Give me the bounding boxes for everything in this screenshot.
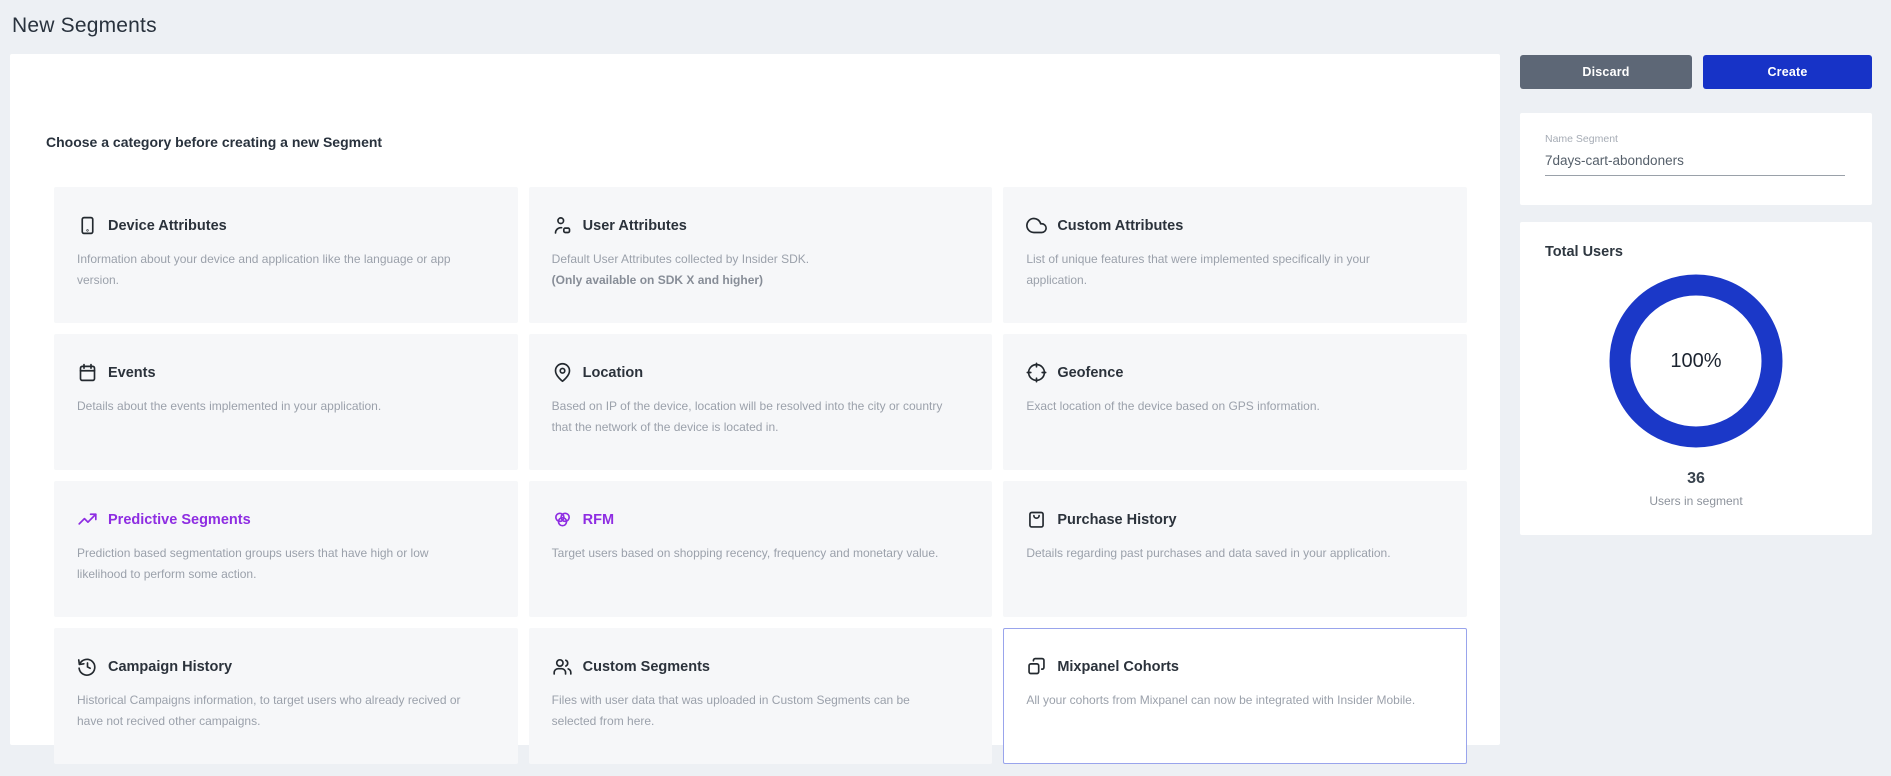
page-title: New Segments bbox=[12, 14, 157, 38]
category-card-campaign-history[interactable]: Campaign History Historical Campaigns in… bbox=[54, 628, 518, 764]
category-description: Prediction based segmentation groups use… bbox=[77, 543, 479, 585]
users-icon bbox=[552, 656, 573, 677]
cloud-icon bbox=[1026, 215, 1047, 236]
category-title: Purchase History bbox=[1057, 512, 1176, 528]
name-segment-input[interactable] bbox=[1545, 153, 1845, 176]
category-title: Geofence bbox=[1057, 365, 1123, 381]
category-grid: Device Attributes Information about your… bbox=[54, 187, 1467, 764]
category-description: Exact location of the device based on GP… bbox=[1026, 396, 1428, 417]
category-description: Information about your device and applic… bbox=[77, 249, 479, 291]
category-description: Based on IP of the device, location will… bbox=[552, 396, 954, 438]
category-description: Details regarding past purchases and dat… bbox=[1026, 543, 1428, 564]
category-title: Custom Segments bbox=[583, 659, 710, 675]
name-segment-card: Name Segment bbox=[1520, 113, 1872, 205]
crosshair-icon bbox=[1026, 362, 1047, 383]
discard-button[interactable]: Discard bbox=[1520, 55, 1692, 89]
total-users-title: Total Users bbox=[1545, 244, 1623, 260]
users-count: 36 bbox=[1520, 470, 1872, 488]
calendar-icon bbox=[77, 362, 98, 383]
category-title: Mixpanel Cohorts bbox=[1057, 659, 1179, 675]
category-title: Predictive Segments bbox=[108, 512, 251, 528]
category-title: Location bbox=[583, 365, 643, 381]
total-users-card: Total Users 100% 36 Users in segment bbox=[1520, 222, 1872, 535]
panel-heading: Choose a category before creating a new … bbox=[46, 134, 382, 150]
category-card-location[interactable]: Location Based on IP of the device, loca… bbox=[529, 334, 993, 470]
category-panel: Choose a category before creating a new … bbox=[10, 54, 1500, 745]
category-description: Target users based on shopping recency, … bbox=[552, 543, 954, 564]
category-card-custom-attributes[interactable]: Custom Attributes List of unique feature… bbox=[1003, 187, 1467, 323]
category-description: Details about the events implemented in … bbox=[77, 396, 479, 417]
users-caption: Users in segment bbox=[1520, 494, 1872, 508]
category-card-user-attributes[interactable]: User Attributes Default User Attributes … bbox=[529, 187, 993, 323]
overlap-squares-icon bbox=[1026, 656, 1047, 677]
history-icon bbox=[77, 656, 98, 677]
category-title: RFM bbox=[583, 512, 614, 528]
tablet-icon bbox=[77, 215, 98, 236]
category-card-events[interactable]: Events Details about the events implemen… bbox=[54, 334, 518, 470]
map-pin-icon bbox=[552, 362, 573, 383]
category-title: Custom Attributes bbox=[1057, 218, 1183, 234]
category-title: User Attributes bbox=[583, 218, 687, 234]
shopping-bag-icon bbox=[1026, 509, 1047, 530]
category-card-rfm[interactable]: RFM Target users based on shopping recen… bbox=[529, 481, 993, 617]
donut-percent-label: 100% bbox=[1601, 266, 1791, 456]
create-button[interactable]: Create bbox=[1703, 55, 1872, 89]
total-users-donut: 100% bbox=[1601, 266, 1791, 456]
category-title: Events bbox=[108, 365, 156, 381]
trending-up-icon bbox=[77, 509, 98, 530]
category-description-note: (Only available on SDK X and higher) bbox=[552, 270, 954, 291]
venn-icon bbox=[552, 509, 573, 530]
category-card-mixpanel-cohorts[interactable]: Mixpanel Cohorts All your cohorts from M… bbox=[1003, 628, 1467, 764]
category-description: Default User Attributes collected by Ins… bbox=[552, 249, 954, 270]
name-segment-label: Name Segment bbox=[1545, 133, 1847, 145]
category-card-purchase-history[interactable]: Purchase History Details regarding past … bbox=[1003, 481, 1467, 617]
category-description: All your cohorts from Mixpanel can now b… bbox=[1026, 690, 1428, 711]
category-card-predictive-segments[interactable]: Predictive Segments Prediction based seg… bbox=[54, 481, 518, 617]
category-title: Device Attributes bbox=[108, 218, 227, 234]
category-description: Historical Campaigns information, to tar… bbox=[77, 690, 479, 732]
category-description: List of unique features that were implem… bbox=[1026, 249, 1428, 291]
category-description: Files with user data that was uploaded i… bbox=[552, 690, 954, 732]
user-badge-icon bbox=[552, 215, 573, 236]
category-card-geofence[interactable]: Geofence Exact location of the device ba… bbox=[1003, 334, 1467, 470]
category-card-device-attributes[interactable]: Device Attributes Information about your… bbox=[54, 187, 518, 323]
category-card-custom-segments[interactable]: Custom Segments Files with user data tha… bbox=[529, 628, 993, 764]
category-title: Campaign History bbox=[108, 659, 232, 675]
